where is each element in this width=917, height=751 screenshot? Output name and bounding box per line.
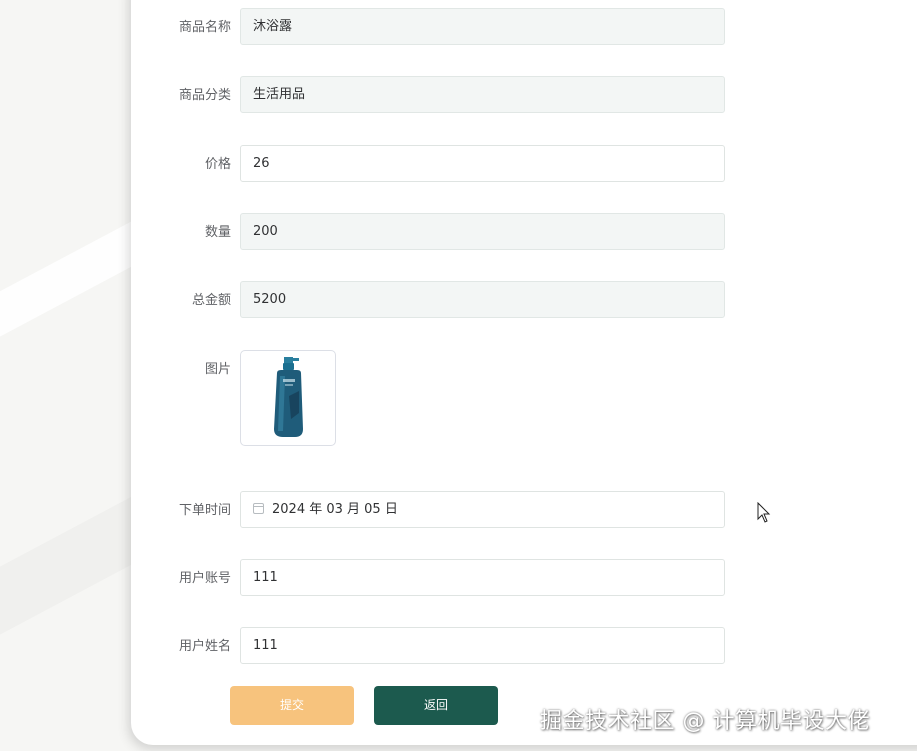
form-row-username: 用户姓名 111 (131, 627, 831, 667)
submit-button[interactable]: 提交 (230, 686, 354, 725)
calendar-icon (253, 502, 264, 514)
shampoo-bottle-image (274, 357, 303, 437)
quantity-field[interactable]: 200 (240, 213, 725, 250)
form-row-account: 用户账号 111 (131, 559, 831, 599)
category-label: 商品分类 (178, 88, 231, 103)
order-time-value: 2024 年 03 月 05 日 (272, 502, 398, 517)
product-name-field[interactable]: 沐浴露 (240, 8, 725, 45)
form-row-image: 图片 (131, 350, 831, 446)
order-time-label: 下单时间 (178, 503, 231, 518)
price-label: 价格 (204, 157, 231, 172)
quantity-label: 数量 (204, 225, 231, 240)
form-row-order-time: 下单时间 2024 年 03 月 05 日 (131, 491, 831, 531)
form-row-price: 价格 26 (131, 145, 831, 185)
product-image[interactable] (240, 350, 336, 446)
form-row-total: 总金额 5200 (131, 281, 831, 321)
account-field[interactable]: 111 (240, 559, 725, 596)
product-name-label: 商品名称 (178, 20, 231, 35)
username-field[interactable]: 111 (240, 627, 725, 664)
watermark-text: 掘金技术社区 @ 计算机毕设大佬 (540, 709, 870, 734)
form-card: 商品名称 沐浴露 商品分类 生活用品 价格 26 数量 200 总金额 5200… (131, 0, 917, 745)
category-field[interactable]: 生活用品 (240, 76, 725, 113)
form-row-quantity: 数量 200 (131, 213, 831, 253)
image-label: 图片 (204, 362, 231, 377)
mouse-pointer-icon (757, 502, 771, 523)
price-field[interactable]: 26 (240, 145, 725, 182)
back-button[interactable]: 返回 (374, 686, 498, 725)
form-row-category: 商品分类 生活用品 (131, 76, 831, 116)
account-label: 用户账号 (178, 571, 231, 586)
form-row-product-name: 商品名称 沐浴露 (131, 8, 831, 48)
order-time-datepicker[interactable]: 2024 年 03 月 05 日 (240, 491, 725, 528)
total-amount-field[interactable]: 5200 (240, 281, 725, 318)
username-label: 用户姓名 (178, 639, 231, 654)
total-amount-label: 总金额 (191, 293, 231, 308)
